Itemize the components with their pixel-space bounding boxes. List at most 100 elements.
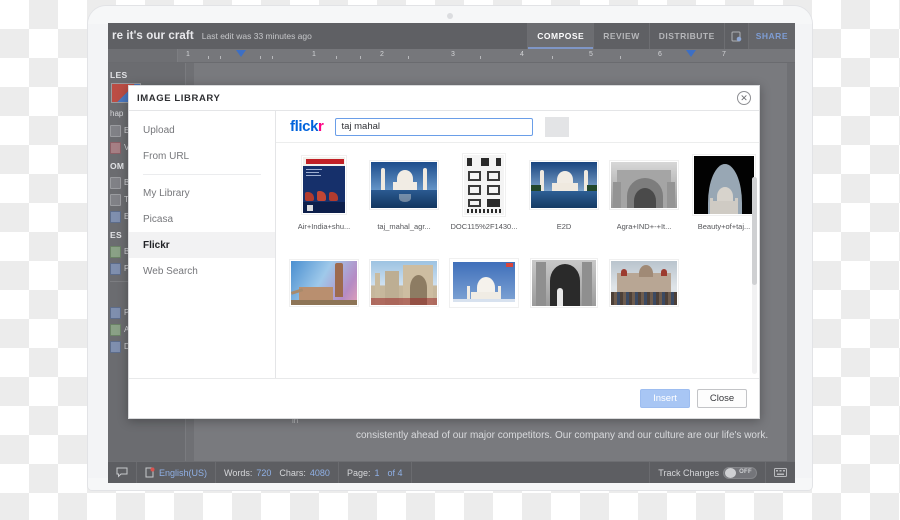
page-icon [110,177,121,189]
track-changes-toggle[interactable]: OFF [723,467,757,479]
header-tab-group: COMPOSE REVIEW DISTRIBUTE SHARE [527,23,795,49]
thumbnail-wrap [284,253,364,313]
ruler-number: 1 [186,51,190,58]
sidebar-item-from-url[interactable]: From URL [129,143,275,169]
thumbnail-image [530,161,598,209]
ruler-number: 1 [312,51,316,58]
left-panel-heading: LES [110,70,185,80]
language-icon [145,467,155,478]
tab-compose[interactable]: COMPOSE [527,23,593,49]
anchor-icon [110,324,121,336]
result-item[interactable] [444,253,524,320]
ruler-tick [260,56,261,59]
ruler-tick [220,56,221,59]
results-row: Air+India+shu... [276,155,759,231]
result-item[interactable]: Air+India+shu... [284,155,364,231]
thumbnail-wrap [364,253,444,313]
results-scrollbar-thumb[interactable] [752,177,757,285]
result-item[interactable]: Beauty+of+taj... [684,155,759,231]
result-caption: Air+India+shu... [298,222,351,231]
chars-label: Chars: [279,468,306,478]
row-spacer [276,231,759,253]
list-icon [110,125,121,137]
result-item[interactable] [364,253,444,320]
result-item[interactable] [604,253,684,320]
thumbnail-wrap [604,253,684,313]
sidebar-item-upload[interactable]: Upload [129,117,275,143]
ruler-tick [360,56,361,59]
device-camera [447,13,453,19]
tab-distribute[interactable]: DISTRIBUTE [649,23,724,49]
result-caption: taj_mahal_agr... [377,222,430,231]
ruler-number: 6 [658,51,662,58]
thumbnail-image [290,260,358,306]
track-changes-label: Track Changes [658,468,719,478]
result-item[interactable]: E2D [524,155,604,231]
ruler-number: 5 [589,51,593,58]
close-circle-icon[interactable]: ✕ [737,91,751,105]
text-page-icon [110,194,121,206]
ruler-tick [480,56,481,59]
document-body-text[interactable]: consistently ahead of our major competit… [356,426,769,445]
thumbnail-wrap [524,253,604,313]
words-label: Words: [224,468,252,478]
last-edit-status: Last edit was 33 minutes ago [202,31,312,41]
result-item[interactable] [524,253,604,320]
result-caption: E2D [557,222,572,231]
chars-value: 4080 [310,468,330,478]
thumbnail-wrap [604,155,684,215]
flickr-logo: flickr [290,118,323,135]
ruler-number: 4 [520,51,524,58]
status-bar-right: Track Changes OFF [649,462,795,483]
language-indicator[interactable]: English(US) [137,462,216,483]
page-label: Page: [347,468,371,478]
horizontal-ruler[interactable]: 1 1 2 3 4 5 6 7 [108,49,795,63]
results-scrollbar-track[interactable] [752,177,757,374]
note-icon[interactable] [724,23,748,49]
page-indicator[interactable]: Page: 1 of 4 [339,462,412,483]
ruler-number: 3 [451,51,455,58]
thumbnail-wrap [524,155,604,215]
result-item[interactable]: Agra+IND+-+It... [604,155,684,231]
thumbnail-image [370,260,438,306]
result-item[interactable]: taj_mahal_agr... [364,155,444,231]
flickr-logo-part-a: flick [290,118,318,135]
sidebar-divider [143,174,261,175]
thumbnail-image [610,161,678,209]
thumbnail-wrap [284,155,364,215]
thumbnail-image [370,161,438,209]
app-header: re it's our craft Last edit was 33 minut… [108,23,795,49]
thumbnail-wrap [364,155,444,215]
result-item[interactable] [284,253,364,320]
sidebar-item-my-library[interactable]: My Library [129,180,275,206]
sidebar-item-flickr[interactable]: Flickr [129,232,275,258]
sidebar-item-web-search[interactable]: Web Search [129,258,275,284]
dialog-sidebar: Upload From URL My Library Picasa Flickr… [129,111,276,378]
ruler-tick [208,56,209,59]
result-caption: DOC115%2F1430... [451,222,518,231]
keyboard-icon[interactable] [765,462,795,483]
ruler-tick [620,56,621,59]
word-count: Words: 720 Chars: 4080 [216,462,339,483]
thumbnail-wrap [444,253,524,313]
result-item[interactable]: DOC115%2F1430... [444,155,524,231]
toggle-state-label: OFF [739,469,752,475]
sidebar-item-picasa[interactable]: Picasa [129,206,275,232]
thumbnail-image [463,154,505,216]
ruler-tick [408,56,409,59]
search-results: Air+India+shu... [276,143,759,378]
ruler-gutter [108,49,178,62]
indent-marker-icon[interactable] [236,50,246,57]
flickr-logo-part-b: r [318,118,323,135]
data-icon [110,341,121,353]
search-input[interactable] [335,118,533,136]
insert-button[interactable]: Insert [640,389,690,408]
tab-review[interactable]: REVIEW [593,23,649,49]
share-button[interactable]: SHARE [748,23,795,49]
search-icon[interactable] [545,117,569,137]
indent-marker-icon[interactable] [686,50,696,57]
comment-icon[interactable] [108,462,137,483]
close-button[interactable]: Close [697,389,747,408]
track-changes-control[interactable]: Track Changes OFF [649,462,765,483]
thumbnail-image [302,156,346,214]
